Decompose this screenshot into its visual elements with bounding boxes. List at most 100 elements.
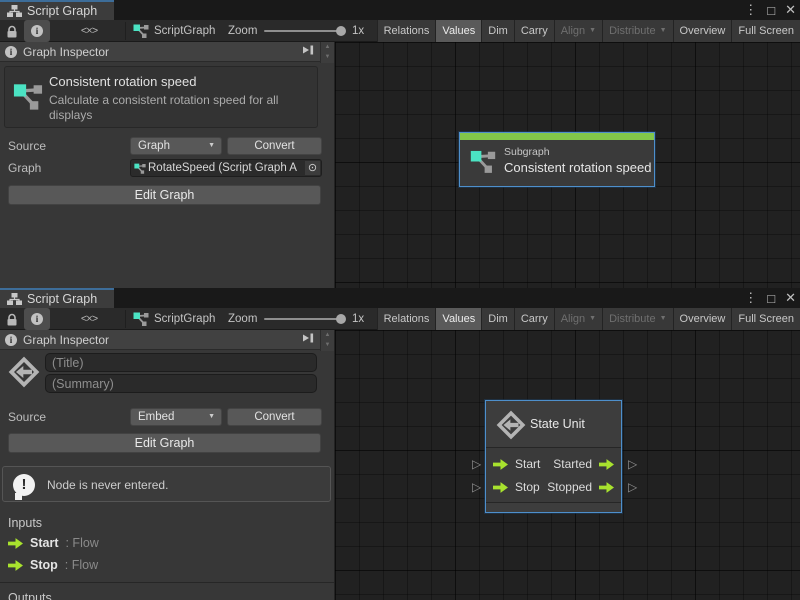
maximize-icon[interactable]: □: [767, 291, 775, 306]
node-header-bar: [460, 133, 654, 140]
lock-button[interactable]: [2, 308, 22, 330]
overview-button[interactable]: Overview: [673, 20, 732, 42]
tab-title: Script Graph: [27, 4, 97, 18]
info-icon: i: [5, 46, 17, 58]
inspector-toggle-button[interactable]: i: [24, 308, 50, 330]
edit-graph-button[interactable]: Edit Graph: [8, 433, 321, 453]
node-title: State Unit: [530, 417, 585, 431]
dim-button[interactable]: Dim: [481, 308, 514, 330]
script-graph-window-bottom: Script Graph ⋮ □ ✕ i <×> ScriptGraph: [0, 288, 800, 600]
node-title: Consistent rotation speed: [504, 160, 651, 175]
lock-button[interactable]: [2, 20, 22, 42]
zoom-slider[interactable]: [264, 318, 344, 320]
flow-arrow-icon[interactable]: [493, 459, 508, 470]
node-footer: [486, 502, 621, 512]
convert-button[interactable]: Convert: [227, 137, 322, 155]
state-unit-icon: [8, 356, 40, 388]
source-dropdown[interactable]: Embed ▼: [130, 408, 222, 426]
zoom-slider-handle[interactable]: [336, 26, 346, 36]
full-screen-button[interactable]: Full Screen: [731, 20, 800, 42]
zoom-slider[interactable]: [264, 30, 344, 32]
close-icon[interactable]: ✕: [785, 2, 796, 18]
toolbar-buttons: Relations Values Dim Carry Align▼ Distri…: [374, 308, 800, 330]
zoom-label: Zoom: [228, 20, 257, 42]
carry-button[interactable]: Carry: [514, 308, 554, 330]
graph-icon: [134, 163, 146, 174]
tab-title: Script Graph: [27, 292, 97, 306]
menu-icon[interactable]: ⋮: [744, 290, 757, 306]
script-graph-icon: [133, 308, 149, 330]
chevron-down-icon: ▼: [660, 27, 667, 34]
inspector-toggle-button[interactable]: i: [24, 20, 50, 42]
align-dropdown[interactable]: Align▼: [554, 20, 602, 42]
dock-icon[interactable]: [302, 333, 314, 343]
divider: [125, 22, 126, 40]
maximize-icon[interactable]: □: [767, 3, 775, 18]
source-dropdown[interactable]: Graph ▼: [130, 137, 222, 155]
graph-toolbar: i <×> ScriptGraph Zoom 1x Relations Valu…: [0, 20, 800, 42]
port-triangle-icon[interactable]: ▷: [472, 481, 481, 493]
title-input[interactable]: [45, 353, 317, 372]
graph-canvas[interactable]: State Unit Start Started Stop Stopped: [335, 330, 800, 600]
code-icon: <×>: [81, 25, 97, 37]
window-controls: ⋮ □ ✕: [744, 288, 796, 308]
warning-icon-tail: [15, 493, 22, 500]
flow-arrow-icon: [8, 560, 23, 571]
warning-box: ! Node is never entered.: [2, 466, 331, 502]
flow-arrow-icon[interactable]: [599, 482, 614, 493]
menu-icon[interactable]: ⋮: [744, 2, 757, 18]
info-icon: i: [31, 313, 43, 325]
node-port-row: Start Started: [486, 453, 621, 475]
port-triangle-icon[interactable]: ▷: [628, 458, 637, 470]
scroll-up-icon[interactable]: ▲: [321, 330, 334, 340]
flow-arrow-icon[interactable]: [493, 482, 508, 493]
tab-script-graph[interactable]: Script Graph: [0, 288, 114, 308]
align-dropdown[interactable]: Align▼: [554, 308, 602, 330]
scrollbar[interactable]: ▲ ▼: [320, 330, 334, 351]
tab-script-graph[interactable]: Script Graph: [0, 0, 114, 20]
lock-icon: [5, 25, 19, 38]
convert-button[interactable]: Convert: [227, 408, 322, 426]
tab-bar: Script Graph ⋮ □ ✕: [0, 288, 800, 308]
tab-bar: Script Graph ⋮ □ ✕: [0, 0, 800, 20]
divider: [0, 582, 334, 583]
distribute-dropdown[interactable]: Distribute▼: [602, 308, 672, 330]
edit-graph-button[interactable]: Edit Graph: [8, 185, 321, 205]
overview-button[interactable]: Overview: [673, 308, 732, 330]
scrollbar[interactable]: ▲ ▼: [320, 42, 334, 63]
relations-button[interactable]: Relations: [377, 20, 436, 42]
hierarchy-icon: [7, 5, 22, 17]
scroll-down-icon[interactable]: ▼: [321, 52, 334, 62]
full-screen-button[interactable]: Full Screen: [731, 308, 800, 330]
zoom-slider-handle[interactable]: [336, 314, 346, 324]
script-graph-window-top: Script Graph ⋮ □ ✕ i <×> ScriptGraph: [0, 0, 800, 288]
values-button[interactable]: Values: [435, 308, 481, 330]
code-view-button[interactable]: <×>: [70, 308, 108, 330]
relations-button[interactable]: Relations: [377, 308, 436, 330]
code-view-button[interactable]: <×>: [70, 20, 108, 42]
scroll-down-icon[interactable]: ▼: [321, 340, 334, 350]
graph-toolbar: i <×> ScriptGraph Zoom 1x Relations Valu…: [0, 308, 800, 330]
flow-arrow-icon[interactable]: [599, 459, 614, 470]
close-icon[interactable]: ✕: [785, 290, 796, 306]
window-content: i Graph Inspector ▲ ▼ Consistent rotatio…: [0, 42, 800, 288]
dock-icon[interactable]: [302, 45, 314, 55]
carry-button[interactable]: Carry: [514, 20, 554, 42]
inputs-section-label: Inputs: [8, 516, 42, 530]
graph-canvas[interactable]: Subgraph Consistent rotation speed: [335, 42, 800, 288]
dim-button[interactable]: Dim: [481, 20, 514, 42]
unity-editor: Script Graph ⋮ □ ✕ i <×> ScriptGraph: [0, 0, 800, 600]
port-triangle-icon[interactable]: ▷: [472, 458, 481, 470]
port-triangle-icon[interactable]: ▷: [628, 481, 637, 493]
state-unit-node[interactable]: State Unit Start Started Stop Stopped: [485, 400, 622, 513]
graph-icon: [13, 83, 43, 110]
summary-input[interactable]: [45, 374, 317, 393]
object-picker-icon[interactable]: ⊙: [305, 161, 320, 175]
graph-field-label: Graph: [8, 159, 41, 177]
chevron-down-icon: ▼: [660, 315, 667, 322]
subgraph-node[interactable]: Subgraph Consistent rotation speed: [459, 132, 655, 187]
distribute-dropdown[interactable]: Distribute▼: [602, 20, 672, 42]
graph-object-field[interactable]: RotateSpeed (Script Graph A ⊙: [130, 159, 322, 177]
values-button[interactable]: Values: [435, 20, 481, 42]
scroll-up-icon[interactable]: ▲: [321, 42, 334, 52]
